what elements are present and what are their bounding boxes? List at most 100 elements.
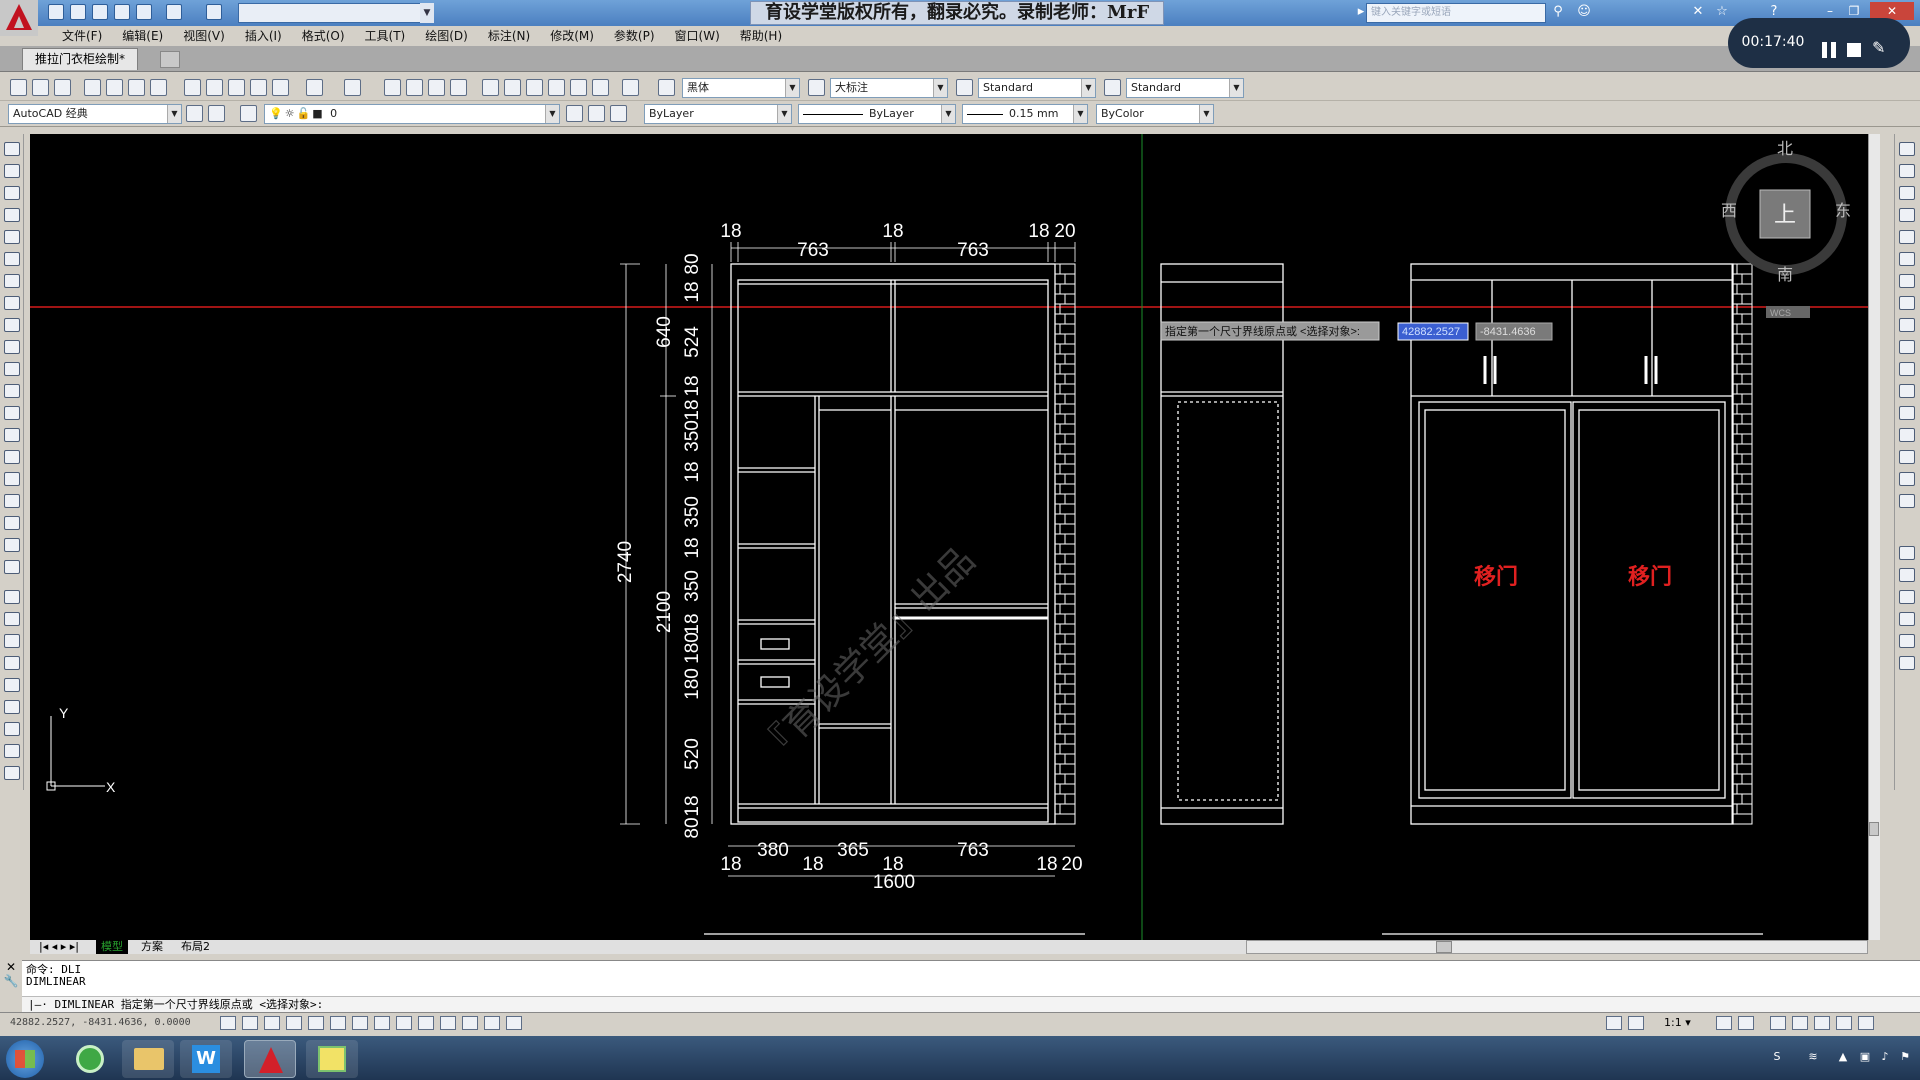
snap-mode-icon[interactable] (242, 1016, 258, 1030)
block-editor-icon[interactable] (272, 79, 289, 96)
network-icon[interactable]: ▣ (1858, 1050, 1872, 1064)
construction-line-icon[interactable] (4, 164, 20, 178)
wifi-icon[interactable]: ≋ (1806, 1050, 1820, 1064)
show-hidden-icons-icon[interactable]: ▲ (1836, 1050, 1850, 1064)
viewcube-west[interactable]: 西 (1721, 203, 1737, 220)
scale-icon[interactable] (1899, 296, 1915, 310)
wrench-icon[interactable]: 🔧 (4, 974, 19, 988)
menu-window[interactable]: 窗口(W) (665, 26, 730, 46)
break-icon[interactable] (1899, 384, 1915, 398)
make-block-icon[interactable] (4, 406, 20, 420)
stretch-icon[interactable] (4, 766, 20, 780)
viewcube-north[interactable]: 北 (1777, 140, 1793, 158)
chamfer-icon[interactable] (1899, 428, 1915, 442)
horizontal-scroll-thumb[interactable] (1436, 941, 1452, 953)
help-icon[interactable] (622, 79, 639, 96)
ortho-mode-icon[interactable] (286, 1016, 302, 1030)
coordinate-readout[interactable]: 42882.2527, -8431.4636, 0.0000 (0, 1017, 191, 1028)
pen-icon[interactable]: ✎ (1872, 38, 1892, 58)
quick-access-workspace-combo[interactable] (238, 3, 434, 23)
text-style-combo[interactable]: 黑体 ▼ (682, 78, 800, 98)
viewcube-top-face[interactable]: 上 (1774, 202, 1796, 227)
markup-icon[interactable] (570, 79, 587, 96)
notification-icon[interactable]: ⚑ (1898, 1050, 1912, 1064)
explode-icon[interactable] (1899, 494, 1915, 508)
workspace-switching-icon[interactable] (1770, 1016, 1786, 1030)
workspace-combo[interactable]: AutoCAD 经典 ▼ (8, 104, 182, 124)
drawing-canvas[interactable]: 移门 移门 18 763 18 763 18 20 2740 640 2100 … (30, 134, 1878, 940)
layout-nav-arrows[interactable]: |◂ ◂ ▸ ▸| (34, 940, 84, 954)
binoculars-icon[interactable]: ⚲ (1550, 4, 1566, 20)
table-icon[interactable] (4, 516, 20, 530)
viewcube-east[interactable]: 东 (1835, 202, 1851, 220)
ellipse-icon[interactable] (4, 340, 20, 354)
rectangle-icon[interactable] (4, 230, 20, 244)
copy-icon[interactable] (206, 79, 223, 96)
join-icon[interactable] (1899, 406, 1915, 420)
array-icon[interactable] (4, 678, 20, 692)
send-under-icon[interactable] (1899, 612, 1915, 626)
region-icon[interactable] (4, 494, 20, 508)
point-icon[interactable] (4, 428, 20, 442)
3d-print-icon[interactable] (150, 79, 167, 96)
dynamic-input-x[interactable]: 42882.2527 (1402, 326, 1460, 338)
sheet-set-icon[interactable] (548, 79, 565, 96)
print-icon[interactable] (136, 4, 152, 20)
properties-icon[interactable] (482, 79, 499, 96)
new-tab-button[interactable] (160, 51, 180, 68)
arc-icon[interactable] (4, 252, 20, 266)
ellipse-arc-icon[interactable] (4, 362, 20, 376)
help-search-input[interactable]: 键入关键字或短语 (1366, 3, 1546, 23)
design-center-icon[interactable] (504, 79, 521, 96)
pan-icon[interactable] (384, 79, 401, 96)
erase-icon[interactable] (4, 590, 20, 604)
table-style-combo[interactable]: Standard ▼ (978, 78, 1096, 98)
vertical-scroll-thumb[interactable] (1869, 822, 1879, 836)
erase-icon[interactable] (1899, 142, 1915, 156)
plot-icon[interactable] (84, 79, 101, 96)
document-tab[interactable]: 推拉门衣柜绘制* (22, 48, 139, 70)
pause-icon[interactable] (1822, 42, 1836, 58)
add-selected-icon[interactable] (4, 560, 20, 574)
lock-icon[interactable] (1792, 1016, 1808, 1030)
paste-icon[interactable] (228, 79, 245, 96)
menu-insert[interactable]: 插入(I) (235, 26, 292, 46)
layer-combo[interactable]: 💡☼🔓■ 0 ▼ (264, 104, 560, 124)
polygon-icon[interactable] (4, 208, 20, 222)
viewcube-south[interactable]: 南 (1777, 266, 1793, 284)
fillet-icon[interactable] (1899, 450, 1915, 464)
isolate-objects-icon[interactable] (1836, 1016, 1852, 1030)
polyline-icon[interactable] (4, 186, 20, 200)
draw-order-back-icon[interactable] (1899, 568, 1915, 582)
linetype-combo[interactable]: ByLayer ▼ (798, 104, 956, 124)
bring-above-icon[interactable] (1899, 590, 1915, 604)
zoom-realtime-icon[interactable] (406, 79, 423, 96)
insert-block-icon[interactable] (4, 384, 20, 398)
preview-icon[interactable] (106, 79, 123, 96)
dynamic-input-y[interactable]: -8431.4636 (1480, 326, 1536, 338)
dimension-style-icon[interactable] (808, 79, 825, 96)
object-snap-icon[interactable] (330, 1016, 346, 1030)
menu-edit[interactable]: 编辑(E) (112, 26, 173, 46)
move-icon[interactable] (4, 700, 20, 714)
menu-dimension[interactable]: 标注(N) (478, 26, 540, 46)
chevron-down-icon[interactable]: ▼ (420, 3, 434, 23)
circle-icon[interactable] (4, 274, 20, 288)
menu-tools[interactable]: 工具(T) (355, 26, 416, 46)
layout-tab-scheme[interactable]: 方案 (136, 940, 168, 954)
new-icon[interactable] (48, 4, 64, 20)
match-properties-icon[interactable] (250, 79, 267, 96)
wps-taskbar-icon[interactable]: W (180, 1040, 232, 1078)
quick-properties-icon[interactable] (484, 1016, 500, 1030)
vertical-scrollbar[interactable] (1868, 134, 1880, 940)
plotstyle-combo[interactable]: ByColor ▼ (1096, 104, 1214, 124)
open-icon[interactable] (32, 79, 49, 96)
3d-object-snap-icon[interactable] (352, 1016, 368, 1030)
text-style-icon[interactable] (658, 79, 675, 96)
lineweight-toggle-icon[interactable] (440, 1016, 456, 1030)
save-as-icon[interactable] (114, 4, 130, 20)
model-space-icon[interactable] (1606, 1016, 1622, 1030)
draw-order-front-icon[interactable] (1899, 546, 1915, 560)
polar-tracking-icon[interactable] (308, 1016, 324, 1030)
calculator-icon[interactable] (592, 79, 609, 96)
